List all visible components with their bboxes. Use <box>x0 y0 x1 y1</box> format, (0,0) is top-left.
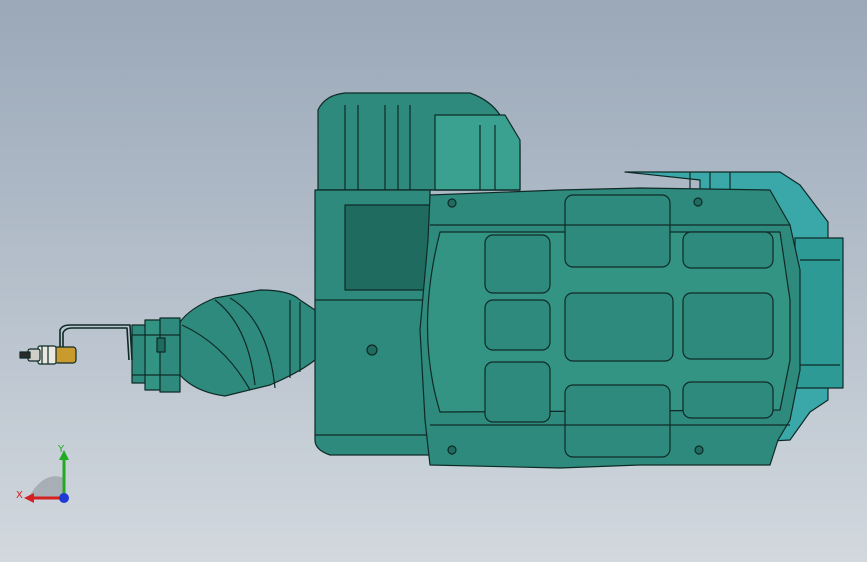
base-plate <box>419 187 801 469</box>
x-axis-label: X <box>16 490 23 501</box>
cad-viewport[interactable]: Y X <box>0 0 867 562</box>
shoulder-column <box>314 189 431 456</box>
coordinate-triad: Y X <box>16 444 69 503</box>
y-axis-label: Y <box>57 444 65 455</box>
end-effector-tool <box>19 345 77 365</box>
x-axis-arrowhead <box>24 493 34 503</box>
robot-arm-model[interactable] <box>0 0 867 562</box>
wrist-flange <box>131 317 181 393</box>
upper-motor <box>317 92 521 191</box>
z-axis-dot <box>59 493 69 503</box>
forearm-elbow <box>179 289 316 397</box>
